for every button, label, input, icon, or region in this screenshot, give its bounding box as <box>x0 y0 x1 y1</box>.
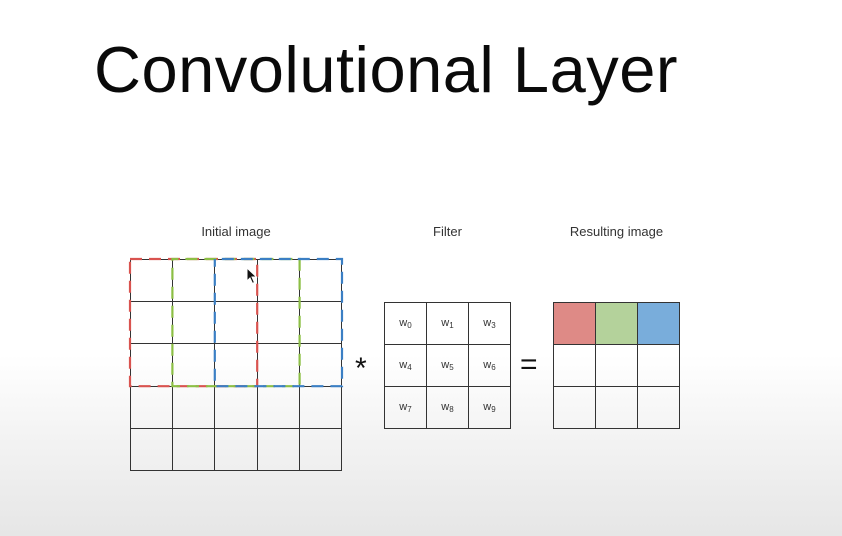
initial-image-cell <box>131 302 174 345</box>
initial-image-cell <box>257 344 300 387</box>
result-cell <box>596 387 638 429</box>
initial-image-cell <box>173 344 216 387</box>
initial-image-cell <box>131 260 174 303</box>
initial-image-cell <box>299 344 342 387</box>
initial-image-cell <box>173 302 216 345</box>
equals-operator: = <box>520 348 538 381</box>
initial-image-cell <box>215 302 258 345</box>
weight-label: w4 <box>399 359 412 372</box>
filter-weight-cell: w8 <box>427 387 469 429</box>
initial-image-cell <box>257 386 300 429</box>
initial-image-cell <box>257 260 300 303</box>
initial-image-cell <box>257 302 300 345</box>
initial-image-cell <box>299 428 342 471</box>
result-cell-filled <box>638 303 680 345</box>
filter-grid: w0 w1 w3 w4 w5 w6 w7 w8 w9 <box>384 302 511 429</box>
result-cell <box>596 345 638 387</box>
filter-weight-cell: w0 <box>385 303 427 345</box>
initial-image-cell <box>299 260 342 303</box>
filter-weight-cell: w9 <box>469 387 511 429</box>
weight-label: w7 <box>399 401 412 414</box>
filter-weight-cell: w3 <box>469 303 511 345</box>
slide-title: Convolutional Layer <box>94 33 679 106</box>
weight-label: w5 <box>441 359 454 372</box>
initial-image-grid <box>130 259 342 471</box>
result-cell <box>554 345 596 387</box>
filter-weight-cell: w5 <box>427 345 469 387</box>
result-cell <box>638 345 680 387</box>
initial-image-cell <box>131 386 174 429</box>
mouse-pointer-icon <box>246 267 258 285</box>
initial-image-cell <box>257 428 300 471</box>
initial-image-cell <box>215 344 258 387</box>
filter-weight-cell: w7 <box>385 387 427 429</box>
result-cell <box>638 387 680 429</box>
initial-image-caption: Initial image <box>201 224 271 239</box>
filter-caption: Filter <box>433 224 462 239</box>
result-cell <box>554 387 596 429</box>
initial-image-cell <box>131 344 174 387</box>
resulting-image-caption: Resulting image <box>569 224 664 239</box>
initial-image-cell <box>215 428 258 471</box>
result-cell-filled <box>554 303 596 345</box>
initial-image-cell <box>173 260 216 303</box>
weight-label: w6 <box>483 359 496 372</box>
weight-label: w9 <box>483 401 496 414</box>
weight-label: w3 <box>483 317 496 330</box>
initial-image-cell <box>173 428 216 471</box>
initial-image-cell <box>299 302 342 345</box>
convolution-operator: * <box>355 352 367 385</box>
weight-label: w8 <box>441 401 454 414</box>
initial-image-cell <box>215 386 258 429</box>
initial-image-cell <box>299 386 342 429</box>
result-cell-filled <box>596 303 638 345</box>
filter-weight-cell: w1 <box>427 303 469 345</box>
weight-label: w0 <box>399 317 412 330</box>
initial-image-cell <box>173 386 216 429</box>
filter-weight-cell: w4 <box>385 345 427 387</box>
filter-weight-cell: w6 <box>469 345 511 387</box>
weight-label: w1 <box>441 317 454 330</box>
initial-image-cell <box>131 428 174 471</box>
resulting-image-grid <box>553 302 680 429</box>
